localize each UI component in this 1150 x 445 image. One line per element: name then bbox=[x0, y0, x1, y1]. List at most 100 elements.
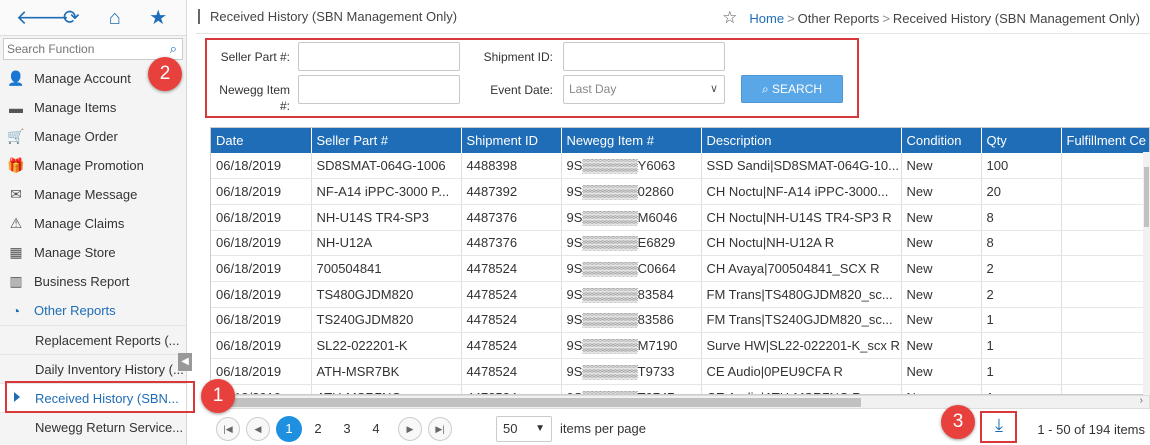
favorite-star-icon[interactable]: ☆ bbox=[722, 8, 737, 28]
horizontal-scrollbar[interactable]: › bbox=[210, 395, 1150, 409]
breadcrumb-current: Received History (SBN Management Only) bbox=[892, 10, 1140, 26]
page-number-button[interactable]: 1 bbox=[276, 415, 302, 442]
event-date-select[interactable]: Last Day ∨ bbox=[563, 75, 725, 104]
back-arrow-icon[interactable]: 🡐 bbox=[16, 8, 70, 28]
page-size-value: 50 bbox=[503, 420, 518, 436]
star-icon[interactable]: ★ bbox=[146, 8, 170, 28]
home-icon[interactable]: ⌂ bbox=[103, 8, 127, 28]
chevron-down-icon: ∨ bbox=[709, 83, 718, 95]
breadcrumb-home-link[interactable]: Home bbox=[749, 11, 784, 26]
table-cell: New bbox=[901, 332, 982, 359]
table-cell: 4478524 bbox=[461, 358, 562, 385]
newegg-item-input[interactable] bbox=[298, 75, 460, 104]
column-header[interactable]: Date bbox=[211, 128, 312, 153]
submenu-item-3[interactable]: Newegg Return Service... bbox=[0, 412, 186, 441]
event-date-label: Event Date: bbox=[490, 83, 553, 97]
table-row[interactable]: 06/18/2019 SD8SMAT-064G-1006 4488398 9S▒▒▒▒… bbox=[211, 153, 1149, 180]
download-button[interactable]: ⤓ bbox=[981, 411, 1017, 441]
column-header[interactable]: Newegg Item # bbox=[561, 128, 702, 153]
vertical-scroll-thumb[interactable] bbox=[1144, 167, 1149, 227]
table-cell: 9S▒▒▒▒▒▒83586 bbox=[561, 307, 702, 334]
table-cell: Surve HW|SL22-022201-K_scx R bbox=[701, 332, 902, 359]
table-cell: CH Noctu|NH-U14S TR4-SP3 R bbox=[701, 204, 902, 231]
column-header[interactable]: Seller Part # bbox=[311, 128, 462, 153]
table-row[interactable]: 06/18/2019 TS240GJDM820 4478524 9S▒▒▒▒▒▒835… bbox=[211, 307, 1149, 334]
sidebar-item-manage-message[interactable]: ✉ Manage Message bbox=[0, 180, 186, 209]
table-cell: CH Noctu|NF-A14 iPPC-3000... bbox=[701, 178, 902, 205]
page-number-button[interactable]: 2 bbox=[305, 416, 331, 442]
table-cell: 9S▒▒▒▒▒▒C0664 bbox=[561, 255, 702, 282]
shipment-id-input[interactable] bbox=[563, 42, 725, 71]
search-function-input[interactable] bbox=[4, 39, 154, 59]
column-header[interactable]: Description bbox=[701, 128, 902, 153]
seller-part-input[interactable] bbox=[298, 42, 460, 71]
collapse-sidebar-button[interactable]: ◀ bbox=[178, 353, 192, 371]
sidebar-item-other-reports[interactable]: ◔ Other Reports bbox=[0, 296, 186, 325]
last-page-button[interactable]: ▶| bbox=[428, 416, 452, 441]
sidebar-item-business-report[interactable]: ▥ Business Report bbox=[0, 267, 186, 296]
table-cell: 06/18/2019 bbox=[211, 281, 312, 308]
table-cell: 9S▒▒▒▒▒▒M6046 bbox=[561, 204, 702, 231]
newegg-item-label-suffix: #: bbox=[279, 99, 290, 113]
gift-icon: 🎁 bbox=[7, 157, 25, 173]
table-row[interactable]: 06/18/2019 NH-U12A 4487376 9S▒▒▒▒▒▒E6829 CH … bbox=[211, 230, 1149, 257]
table-cell: 06/18/2019 bbox=[211, 178, 312, 205]
table-cell: ATH-MSR7BK bbox=[311, 358, 462, 385]
pager-range-text: 1 - 50 of 194 items bbox=[1037, 422, 1145, 437]
table-cell bbox=[1061, 230, 1149, 257]
sidebar-item-manage-promotion[interactable]: 🎁 Manage Promotion bbox=[0, 151, 186, 180]
table-cell bbox=[1061, 153, 1149, 180]
search-icon: ⌕ bbox=[761, 82, 769, 96]
page-title: Received History (SBN Management Only) bbox=[198, 9, 457, 24]
page-number-button[interactable]: 4 bbox=[363, 416, 389, 442]
table-cell: NH-U12A bbox=[311, 230, 462, 257]
table-row[interactable]: 06/18/2019 SL22-022201-K 4478524 9S▒▒▒▒▒▒M7… bbox=[211, 332, 1149, 359]
newegg-item-label: Newegg Item bbox=[219, 83, 290, 97]
table-row[interactable]: 06/18/2019 NF-A14 iPPC-3000 P... 4487392 9S… bbox=[211, 178, 1149, 205]
bar-chart-icon: ▥ bbox=[9, 273, 23, 289]
column-header[interactable]: Shipment ID bbox=[461, 128, 562, 153]
sidebar-item-manage-items[interactable]: ▬ Manage Items bbox=[0, 93, 186, 122]
scroll-right-icon[interactable]: › bbox=[1140, 395, 1143, 406]
submenu-item-1[interactable]: Daily Inventory History (... bbox=[0, 354, 186, 383]
sidebar-item-manage-store[interactable]: ▦ Manage Store bbox=[0, 238, 186, 267]
envelope-icon: ✉ bbox=[10, 186, 22, 202]
table-cell: NF-A14 iPPC-3000 P... bbox=[311, 178, 462, 205]
refresh-icon[interactable]: ⟳ bbox=[59, 8, 83, 28]
first-page-button[interactable]: |◀ bbox=[216, 416, 240, 441]
table-cell: 9S▒▒▒▒▒▒E6829 bbox=[561, 230, 702, 257]
breadcrumb-other-reports[interactable]: Other Reports bbox=[798, 11, 880, 26]
page-size-select[interactable]: 50 ▼ bbox=[496, 415, 552, 442]
page-number-button[interactable]: 3 bbox=[334, 416, 360, 442]
table-cell: CE Audio|ATH-MSR7NC R bbox=[701, 384, 902, 394]
search-icon[interactable]: ⌕ bbox=[170, 41, 177, 57]
sidebar-item-manage-claims[interactable]: ⚠ Manage Claims bbox=[0, 209, 186, 238]
table-cell: ATH-MSR7NC bbox=[311, 384, 462, 394]
table-cell: 06/18/2019 bbox=[211, 307, 312, 334]
table-cell: FM Trans|TS240GJDM820_sc... bbox=[701, 307, 902, 334]
table-row[interactable]: 06/18/2019 700504841 4478524 9S▒▒▒▒▒▒C0664 C… bbox=[211, 255, 1149, 282]
search-button[interactable]: ⌕ SEARCH bbox=[741, 75, 843, 103]
download-icon: ⤓ bbox=[995, 415, 1003, 435]
breadcrumb-separator: > bbox=[787, 10, 795, 26]
column-header[interactable]: Qty bbox=[981, 128, 1062, 153]
submenu-item-0[interactable]: Replacement Reports (... bbox=[0, 325, 186, 354]
table-row[interactable]: 06/18/2019 TS480GJDM820 4478524 9S▒▒▒▒▒▒835… bbox=[211, 281, 1149, 308]
vertical-scrollbar[interactable] bbox=[1143, 152, 1150, 395]
prev-page-button[interactable]: ◀ bbox=[246, 416, 270, 441]
column-header[interactable]: Condition bbox=[901, 128, 982, 153]
sidebar-item-manage-order[interactable]: 🛒 Manage Order bbox=[0, 122, 186, 151]
seller-part-label: Seller Part #: bbox=[220, 50, 290, 64]
table-cell: SD8SMAT-064G-1006 bbox=[311, 153, 462, 180]
next-page-button[interactable]: ▶ bbox=[398, 416, 422, 441]
table-cell: New bbox=[901, 255, 982, 282]
table-cell: 4487376 bbox=[461, 204, 562, 231]
column-header[interactable]: Fulfillment Ce bbox=[1061, 128, 1149, 153]
horizontal-scroll-thumb[interactable] bbox=[231, 398, 861, 407]
table-row[interactable]: 06/18/2019ATH-MSR7NC44785249S▒▒▒▒▒▒T9747… bbox=[211, 384, 1149, 394]
table-row[interactable]: 06/18/2019 NH-U14S TR4-SP3 4487376 9S▒▒▒▒▒▒… bbox=[211, 204, 1149, 231]
table-cell: 4488398 bbox=[461, 153, 562, 180]
table-row[interactable]: 06/18/2019 ATH-MSR7BK 4478524 9S▒▒▒▒▒▒T9733… bbox=[211, 358, 1149, 385]
table-cell: 8 bbox=[981, 204, 1062, 231]
table-cell: 06/18/2019 bbox=[211, 255, 312, 282]
